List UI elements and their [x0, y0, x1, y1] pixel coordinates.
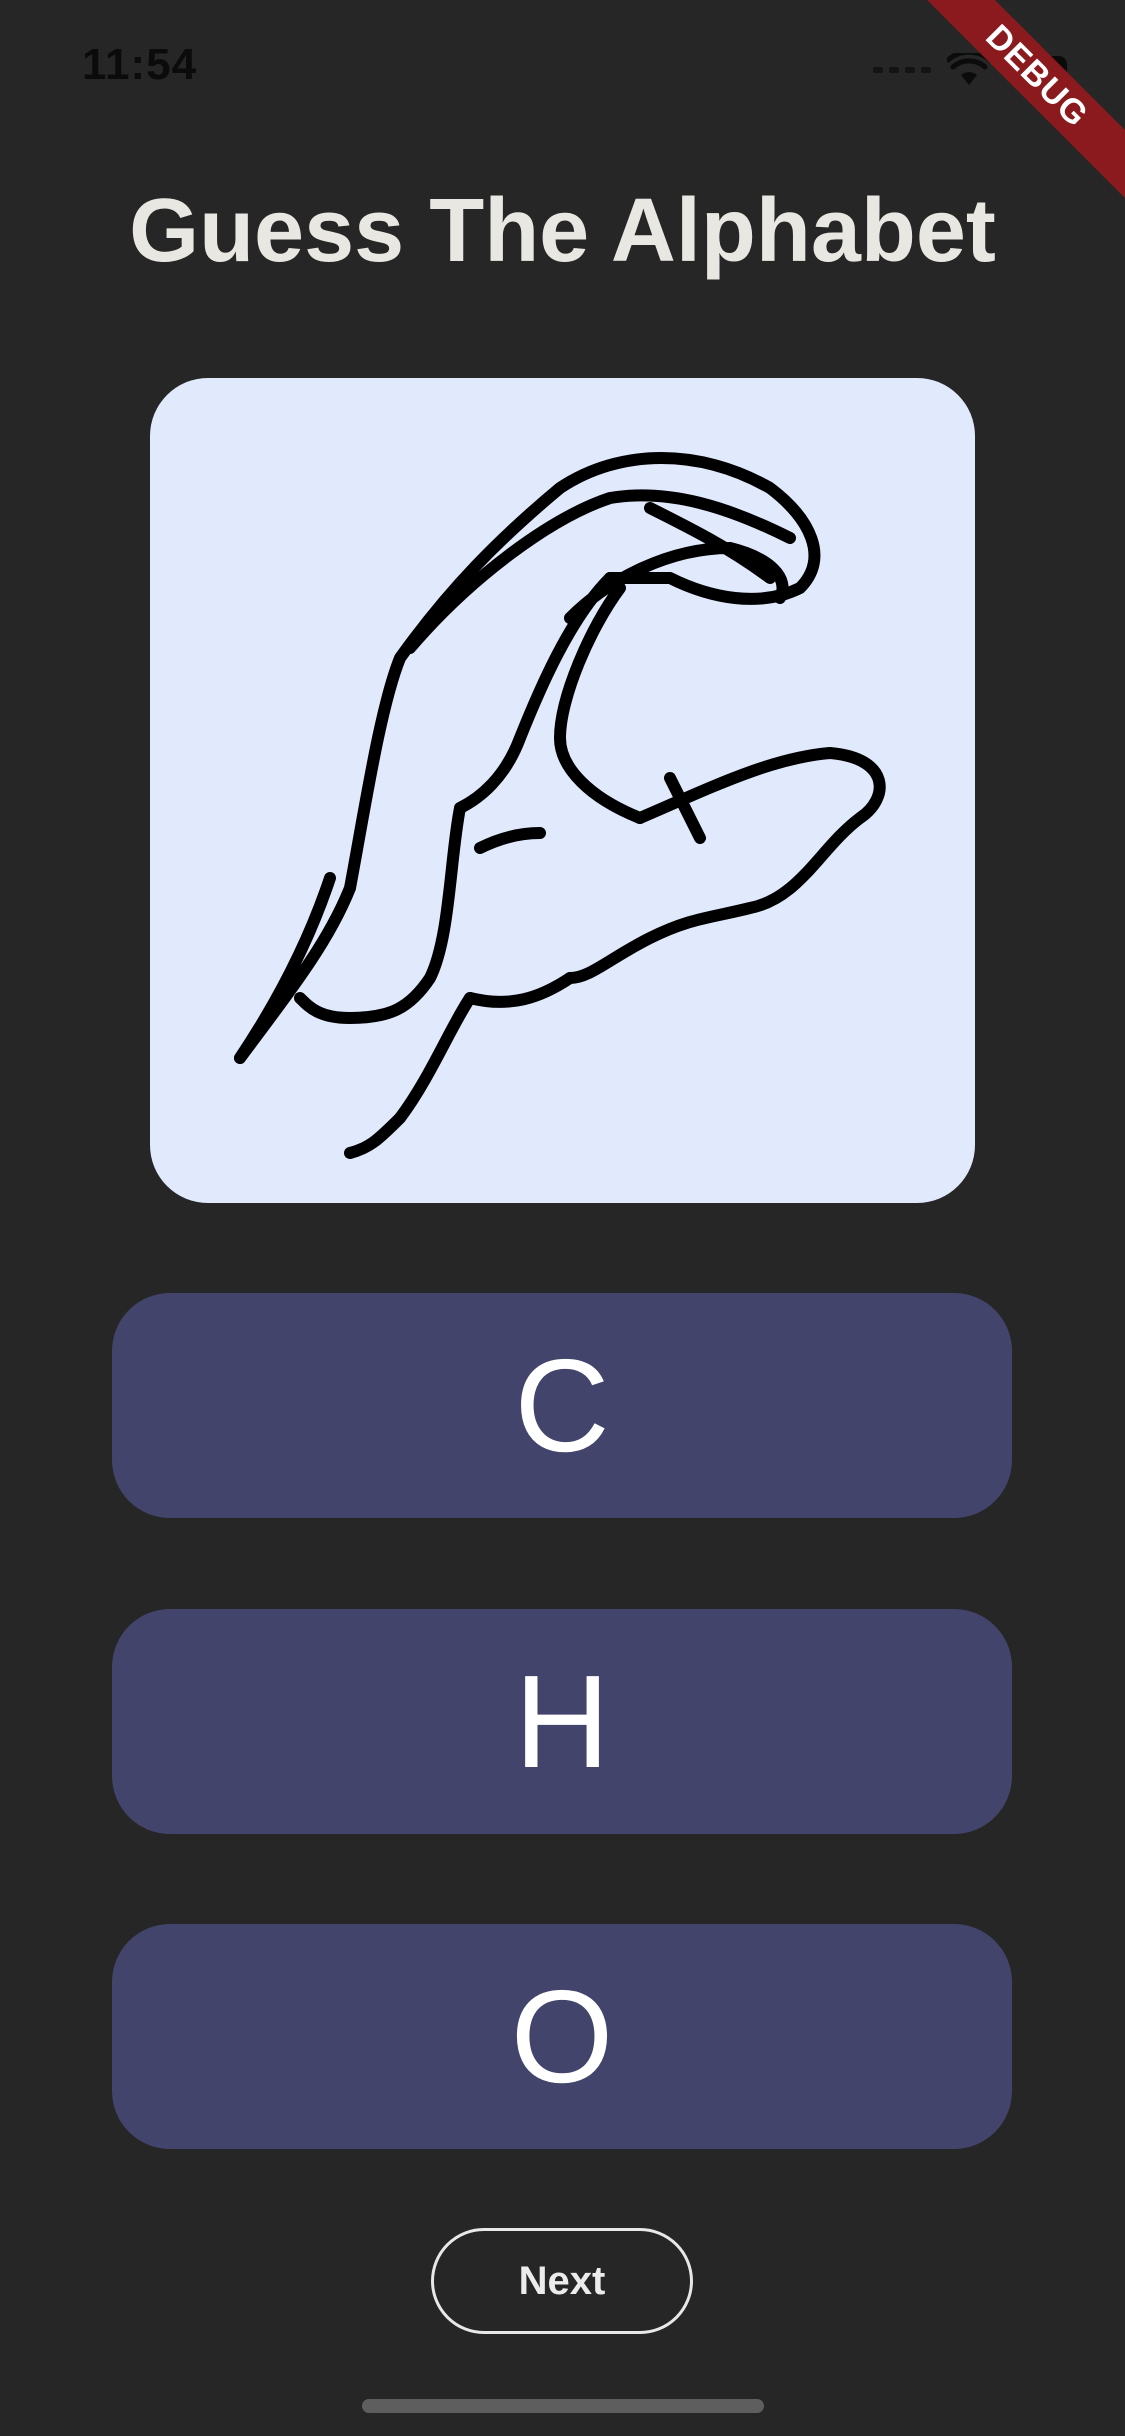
sign-image-card: [150, 378, 975, 1203]
quiz-screen: 11:54 DEBUG Guess The Alphabet C H O Nex…: [0, 0, 1125, 2436]
cellular-signal-icon: [873, 67, 931, 73]
home-indicator[interactable]: [362, 2399, 764, 2413]
status-time: 11:54: [82, 40, 198, 89]
answer-button-c[interactable]: C: [112, 1293, 1012, 1518]
page-title: Guess The Alphabet: [129, 181, 996, 281]
answer-button-h[interactable]: H: [112, 1609, 1012, 1834]
hand-sign-image: [234, 452, 886, 1159]
next-button[interactable]: Next: [431, 2228, 693, 2334]
answer-button-o[interactable]: O: [112, 1924, 1012, 2149]
